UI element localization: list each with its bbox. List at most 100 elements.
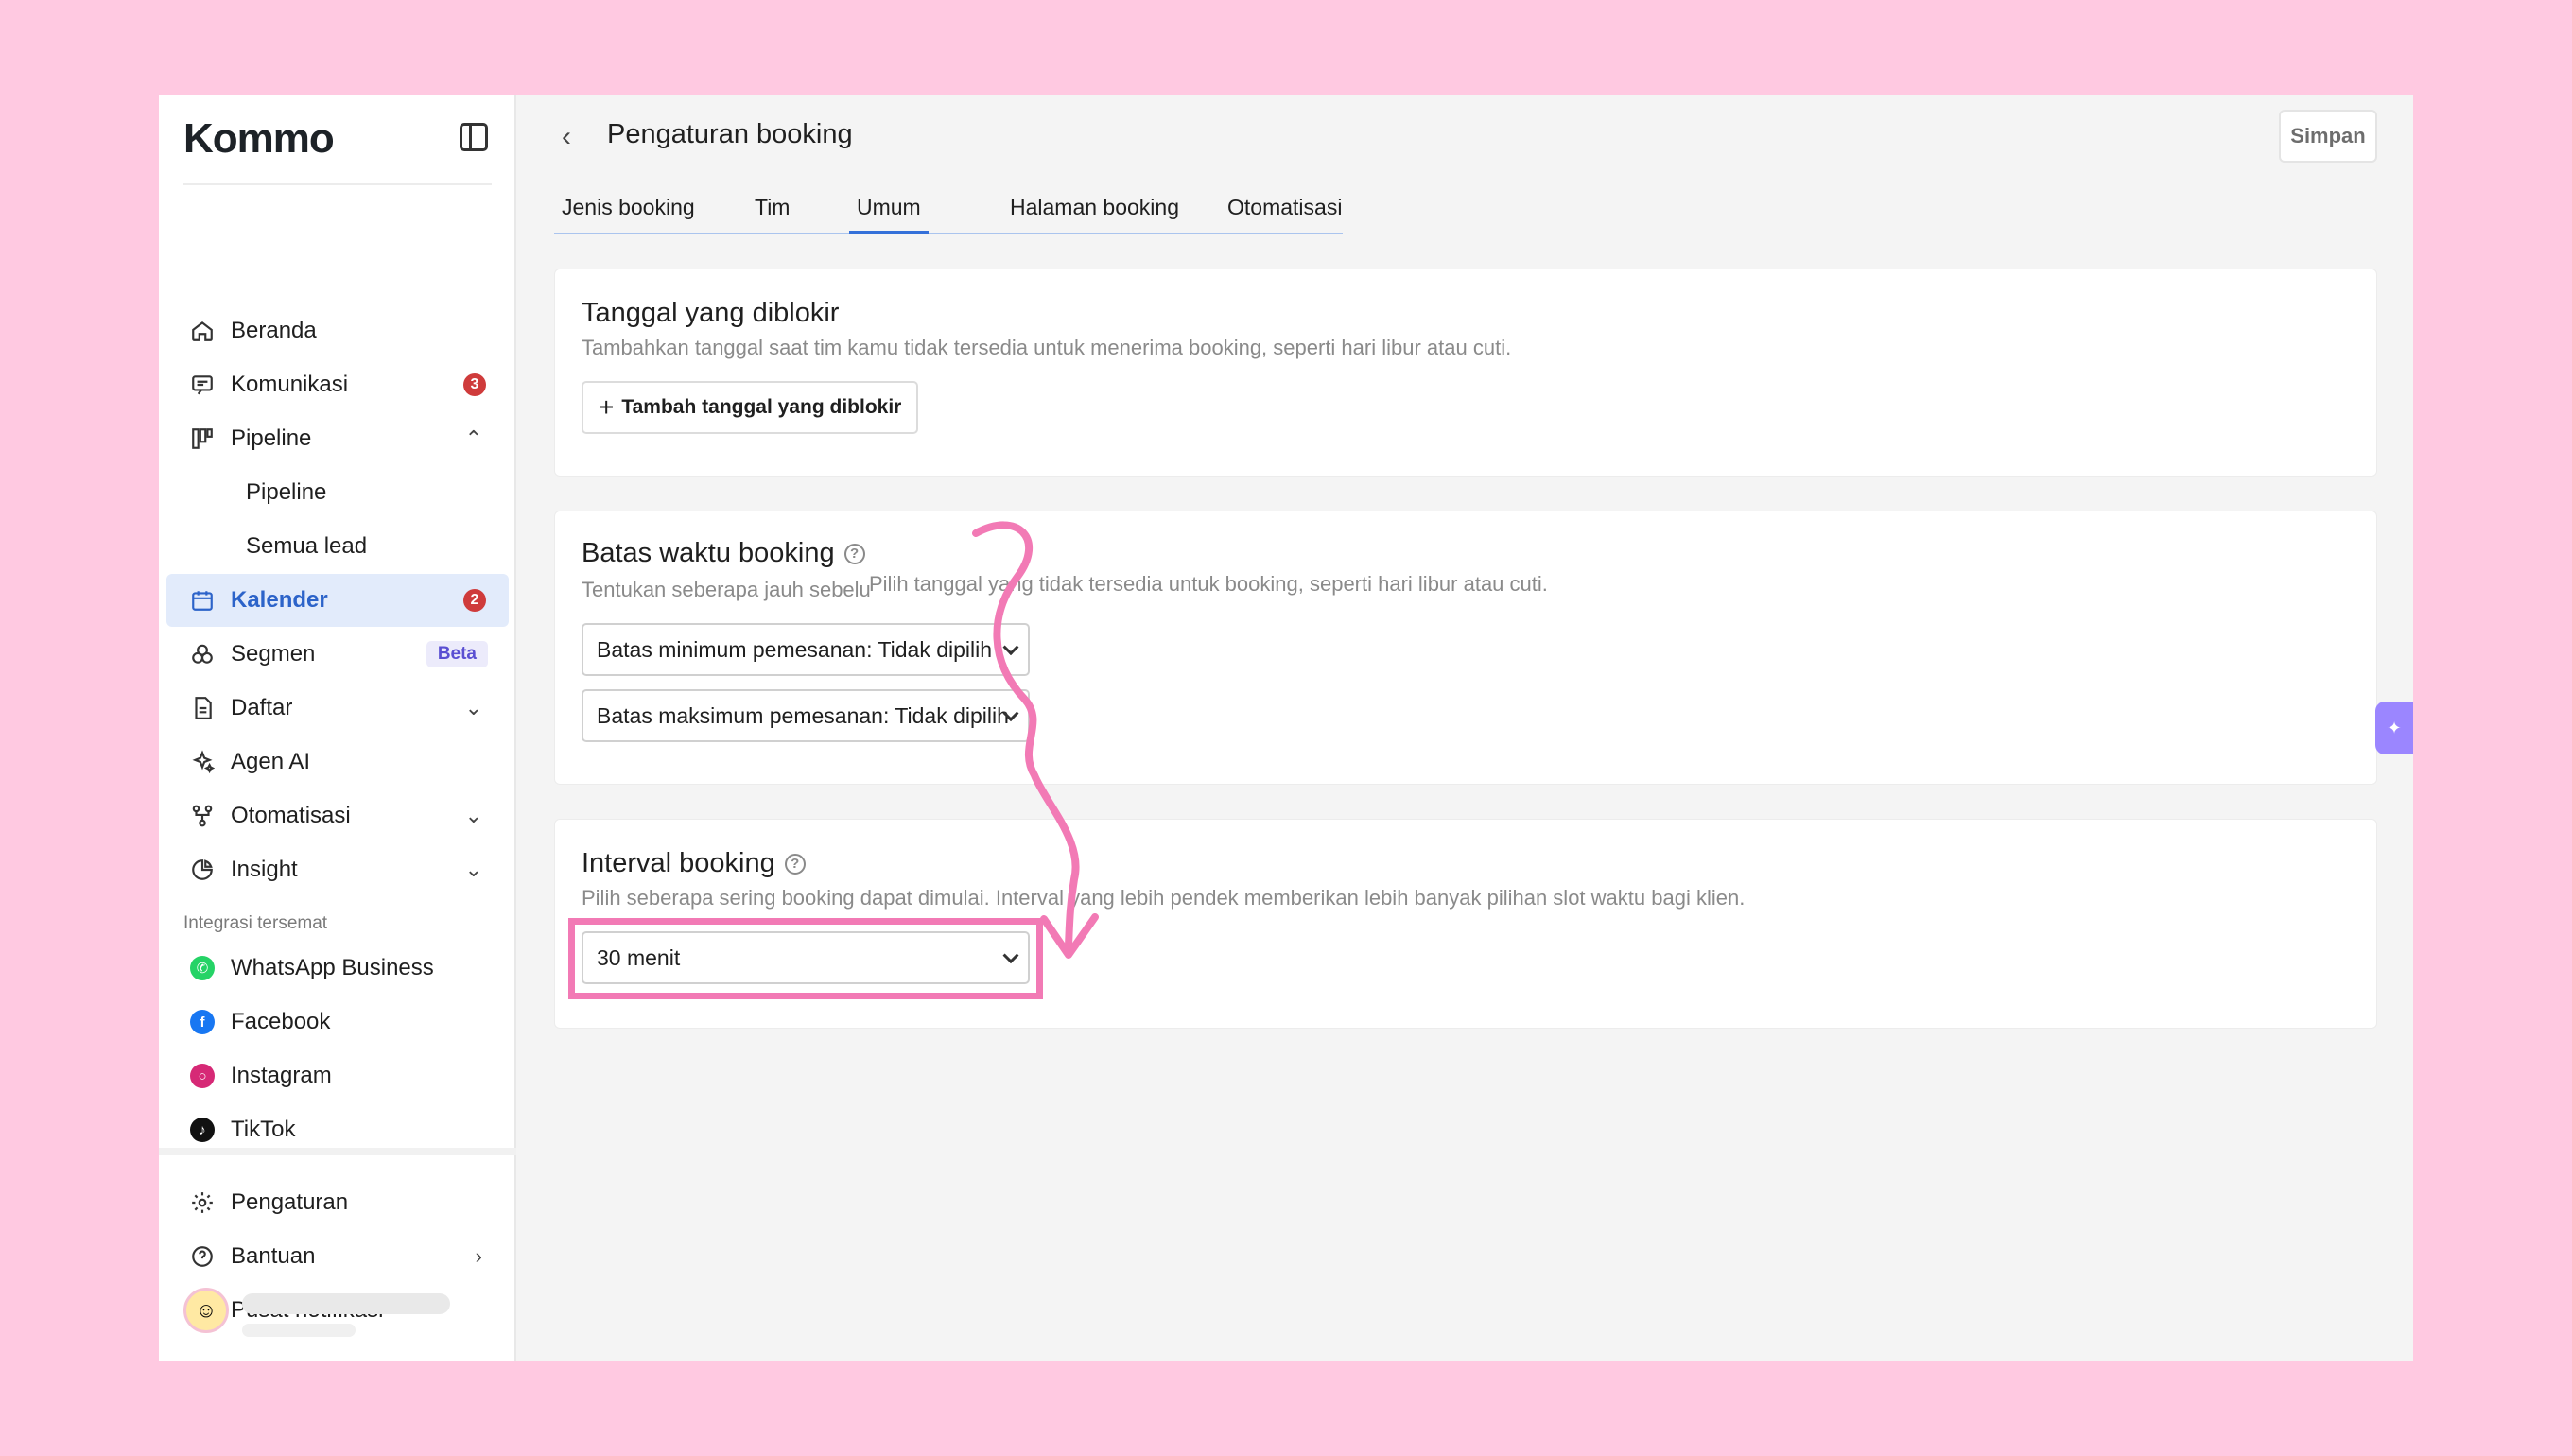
interval-description: Pilih seberapa sering booking dapat dimu… [582,886,1746,910]
back-chevron-icon[interactable]: ‹ [562,121,571,153]
tab-tim[interactable]: Tim [747,195,797,234]
sidebar-divider [183,183,492,185]
chevron-down-icon[interactable]: ⌄ [465,804,482,828]
time-limit-description: Tentukan seberapa jauh sebelu [582,578,871,601]
user-name-placeholder [242,1293,450,1314]
sidebar-item-facebook[interactable]: f Facebook [166,996,509,1049]
sidebar-item-label: Pipeline [246,479,327,505]
avatar[interactable]: ☺ [183,1288,229,1333]
notification-badge: 2 [463,589,486,612]
home-icon [189,318,216,344]
sidebar-item-label: Facebook [231,1009,331,1034]
sidebar-item-insight[interactable]: Insight ⌄ [166,843,509,896]
main-content: ‹ Pengaturan booking Simpan Jenis bookin… [516,95,2413,1361]
sidebar-item-pengaturan[interactable]: Pengaturan [166,1176,509,1229]
sidebar-item-label: Semua lead [246,533,368,559]
sidebar-item-label: Komunikasi [231,372,349,397]
sparkle-icon [189,749,216,775]
card-title-text: Batas waktu booking [582,538,835,568]
sidebar: Kommo Beranda Komunikasi 3 Pipeline ⌃ Pi… [159,95,516,1361]
tab-umum[interactable]: Umum [849,195,929,234]
help-icon [189,1243,216,1270]
tooltip-text: Pilih tanggal yang tidak tersedia untuk … [869,572,1548,596]
instagram-icon: ○ [189,1063,216,1089]
tab-jenis-booking[interactable]: Jenis booking [554,195,703,234]
page-title: Pengaturan booking [607,119,853,149]
sidebar-item-label: WhatsApp Business [231,955,434,980]
app-window: Kommo Beranda Komunikasi 3 Pipeline ⌃ Pi… [159,95,2413,1361]
add-blocked-date-button[interactable]: + Tambah tanggal yang diblokir [582,381,919,434]
chevron-up-icon[interactable]: ⌃ [465,426,482,451]
facebook-icon: f [189,1009,216,1035]
tab-halaman-booking[interactable]: Halaman booking [1002,195,1187,234]
integrations-section-label: Integrasi tersemat [183,913,328,933]
interval-title: Interval booking ? [582,848,806,879]
sidebar-item-label: Kalender [231,587,328,613]
sidebar-item-label: Pengaturan [231,1189,349,1215]
gear-icon [189,1189,216,1216]
card-title-text: Interval booking [582,848,775,878]
sidebar-item-bantuan[interactable]: Bantuan › [166,1230,509,1283]
button-label: Tambah tanggal yang diblokir [621,396,902,418]
sidebar-item-komunikasi[interactable]: Komunikasi 3 [166,358,509,411]
select-value: Batas minimum pemesanan: Tidak dipilih [597,636,993,662]
chevron-down-icon [1002,639,1019,656]
blocked-dates-description: Tambahkan tanggal saat tim kamu tidak te… [582,336,1512,359]
help-circle-icon[interactable]: ? [784,853,806,875]
whatsapp-icon: ✆ [189,955,216,981]
sidebar-section-divider [159,1148,516,1155]
highlight-box [568,918,1043,999]
save-button[interactable]: Simpan [2279,110,2377,163]
interval-card: Interval booking ? Pilih seberapa sering… [554,819,2377,1029]
select-value: Batas maksimum pemesanan: Tidak dipilih [597,702,1009,728]
chevron-down-icon[interactable]: ⌄ [465,858,482,882]
insight-icon [189,857,216,883]
max-booking-limit-select[interactable]: Batas maksimum pemesanan: Tidak dipilih [582,689,1030,742]
notification-badge: 3 [463,373,486,396]
sidebar-item-label: Otomatisasi [231,803,351,828]
chevron-down-icon[interactable]: ⌄ [465,696,482,720]
sidebar-collapse-icon[interactable] [460,123,488,151]
min-booking-limit-select[interactable]: Batas minimum pemesanan: Tidak dipilih [582,623,1030,676]
sidebar-subitem-pipeline[interactable]: Pipeline [166,466,509,519]
sidebar-item-segmen[interactable]: Segmen Beta [166,628,509,681]
sidebar-item-otomatisasi[interactable]: Otomatisasi ⌄ [166,789,509,842]
sidebar-item-label: Segmen [231,641,316,667]
sidebar-item-label: Insight [231,857,298,882]
sidebar-item-agen-ai[interactable]: Agen AI [166,736,509,789]
sidebar-item-whatsapp[interactable]: ✆ WhatsApp Business [166,942,509,995]
help-circle-icon[interactable]: ? [843,543,865,564]
chevron-right-icon[interactable]: › [476,1244,482,1269]
sparkle-icon: ✦ [2387,718,2402,737]
ai-assistant-tab[interactable]: ✦ [2375,702,2413,754]
sidebar-item-kalender[interactable]: Kalender 2 [166,574,509,627]
automation-icon [189,803,216,829]
sidebar-item-instagram[interactable]: ○ Instagram [166,1049,509,1102]
sidebar-item-label: Bantuan [231,1243,316,1269]
card-title-text: Tanggal yang diblokir [582,298,840,328]
tiktok-icon: ♪ [189,1117,216,1143]
sidebar-subitem-semua-lead[interactable]: Semua lead [166,520,509,573]
calendar-icon [189,587,216,614]
pipeline-icon [189,425,216,452]
tab-otomatisasi[interactable]: Otomatisasi [1220,195,1349,234]
blocked-dates-title: Tanggal yang diblokir [582,298,839,329]
sidebar-item-label: Beranda [231,318,317,343]
sidebar-item-label: Daftar [231,695,293,720]
plus-icon: + [599,392,615,422]
list-icon [189,695,216,721]
time-limit-title: Batas waktu booking ? [582,538,865,569]
tab-bar: Jenis booking Tim Umum Halaman booking O… [554,182,1343,234]
sidebar-item-beranda[interactable]: Beranda [166,304,509,357]
user-subtitle-placeholder [242,1324,356,1337]
brand-logo: Kommo [183,115,335,162]
sidebar-item-daftar[interactable]: Daftar ⌄ [166,682,509,735]
time-limit-card: Batas waktu booking ? Tentukan seberapa … [554,511,2377,785]
avatar-face-icon: ☺ [195,1298,217,1322]
beta-badge: Beta [426,641,488,667]
blocked-dates-card: Tanggal yang diblokir Tambahkan tanggal … [554,269,2377,477]
segment-icon [189,641,216,667]
sidebar-item-label: Agen AI [231,749,311,774]
sidebar-item-label: Pipeline [231,425,312,451]
sidebar-item-pipeline[interactable]: Pipeline ⌃ [166,412,509,465]
